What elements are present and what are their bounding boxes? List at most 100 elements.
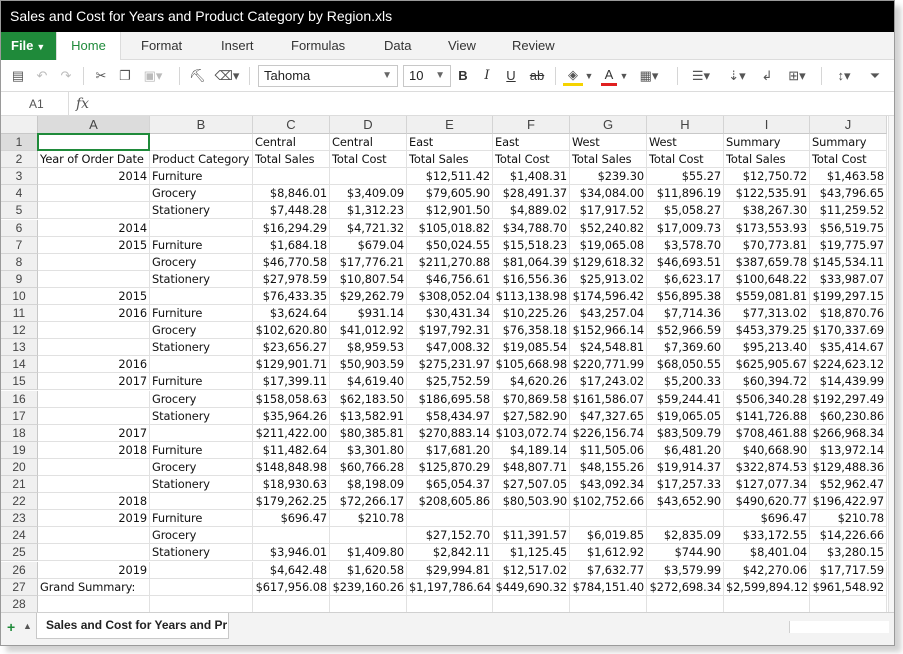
cell-b18[interactable] bbox=[150, 424, 253, 442]
cell-g22[interactable]: $102,752.66 bbox=[570, 493, 647, 511]
cell-h2[interactable]: Total Cost bbox=[647, 151, 724, 169]
cell-e23[interactable] bbox=[407, 510, 493, 528]
row-header-21[interactable]: 21 bbox=[1, 476, 38, 494]
cell-f23[interactable] bbox=[493, 510, 570, 528]
cell-e10[interactable]: $308,052.04 bbox=[407, 287, 493, 305]
cell-e20[interactable]: $125,870.29 bbox=[407, 458, 493, 476]
cell-c22[interactable]: $179,262.25 bbox=[253, 493, 330, 511]
cell-a8[interactable] bbox=[38, 253, 150, 271]
row-header-1[interactable]: 1 bbox=[1, 134, 38, 152]
cell-c16[interactable]: $158,058.63 bbox=[253, 390, 330, 408]
cell-b12[interactable]: Grocery bbox=[150, 322, 253, 340]
cell-g2[interactable]: Total Sales bbox=[570, 151, 647, 169]
redo-icon[interactable]: ↷ bbox=[58, 66, 74, 86]
cell-h13[interactable]: $7,369.60 bbox=[647, 339, 724, 357]
cell-e13[interactable]: $47,008.32 bbox=[407, 339, 493, 357]
cell-b10[interactable] bbox=[150, 287, 253, 305]
cell-i20[interactable]: $322,874.53 bbox=[724, 458, 810, 476]
cell-j28[interactable] bbox=[810, 595, 887, 612]
cell-d23[interactable]: $210.78 bbox=[330, 510, 407, 528]
cell-g6[interactable]: $52,240.82 bbox=[570, 219, 647, 237]
cell-b26[interactable] bbox=[150, 561, 253, 579]
row-header-12[interactable]: 12 bbox=[1, 322, 38, 340]
cell-e4[interactable]: $79,605.90 bbox=[407, 185, 493, 203]
row-header-18[interactable]: 18 bbox=[1, 424, 38, 442]
sheet-tab-active[interactable]: Sales and Cost for Years and Pr bbox=[36, 613, 229, 639]
cell-j7[interactable]: $19,775.97 bbox=[810, 236, 887, 254]
cell-i17[interactable]: $141,726.88 bbox=[724, 407, 810, 425]
cell-b14[interactable] bbox=[150, 356, 253, 374]
column-header-j[interactable]: J bbox=[810, 116, 887, 134]
cell-j20[interactable]: $129,488.36 bbox=[810, 458, 887, 476]
cell-g4[interactable]: $34,084.00 bbox=[570, 185, 647, 203]
cell-i24[interactable]: $33,172.55 bbox=[724, 527, 810, 545]
cell-g15[interactable]: $17,243.02 bbox=[570, 373, 647, 391]
cut-icon[interactable]: ✂ bbox=[93, 66, 109, 86]
cell-b9[interactable]: Stationery bbox=[150, 270, 253, 288]
cell-e25[interactable]: $2,842.11 bbox=[407, 544, 493, 562]
cell-j15[interactable]: $14,439.99 bbox=[810, 373, 887, 391]
cell-h20[interactable]: $19,914.37 bbox=[647, 458, 724, 476]
cell-f19[interactable]: $4,189.14 bbox=[493, 441, 570, 459]
cell-f8[interactable]: $81,064.39 bbox=[493, 253, 570, 271]
cell-e11[interactable]: $30,431.34 bbox=[407, 305, 493, 323]
cell-i5[interactable]: $38,267.30 bbox=[724, 202, 810, 220]
row-header-11[interactable]: 11 bbox=[1, 305, 38, 323]
tab-view[interactable]: View bbox=[448, 32, 476, 60]
cell-j12[interactable]: $170,337.69 bbox=[810, 322, 887, 340]
cell-g7[interactable]: $19,065.08 bbox=[570, 236, 647, 254]
select-all-corner[interactable] bbox=[1, 116, 38, 134]
cell-i11[interactable]: $77,313.02 bbox=[724, 305, 810, 323]
chevron-down-icon[interactable]: ▼ bbox=[584, 66, 594, 86]
cell-e27[interactable]: $1,197,786.64 bbox=[407, 578, 493, 596]
cell-h11[interactable]: $7,714.36 bbox=[647, 305, 724, 323]
cell-d15[interactable]: $4,619.40 bbox=[330, 373, 407, 391]
cell-i27[interactable]: $2,599,894.12 bbox=[724, 578, 810, 596]
cell-c6[interactable]: $16,294.29 bbox=[253, 219, 330, 237]
cell-g24[interactable]: $6,019.85 bbox=[570, 527, 647, 545]
cell-a18[interactable]: 2017 bbox=[38, 424, 150, 442]
horizontal-align-icon[interactable]: ☰▾ bbox=[687, 66, 715, 86]
cell-h6[interactable]: $17,009.73 bbox=[647, 219, 724, 237]
row-header-17[interactable]: 17 bbox=[1, 407, 38, 425]
cell-c20[interactable]: $148,848.98 bbox=[253, 458, 330, 476]
cell-e2[interactable]: Total Sales bbox=[407, 151, 493, 169]
cell-j21[interactable]: $52,962.47 bbox=[810, 476, 887, 494]
cell-d7[interactable]: $679.04 bbox=[330, 236, 407, 254]
cell-b24[interactable]: Grocery bbox=[150, 527, 253, 545]
cell-h3[interactable]: $55.27 bbox=[647, 168, 724, 186]
row-header-3[interactable]: 3 bbox=[1, 168, 38, 186]
cell-a12[interactable] bbox=[38, 322, 150, 340]
row-header-28[interactable]: 28 bbox=[1, 595, 38, 612]
row-header-19[interactable]: 19 bbox=[1, 441, 38, 459]
cell-g19[interactable]: $11,505.06 bbox=[570, 441, 647, 459]
cell-c3[interactable] bbox=[253, 168, 330, 186]
cell-d25[interactable]: $1,409.80 bbox=[330, 544, 407, 562]
cell-i3[interactable]: $12,750.72 bbox=[724, 168, 810, 186]
row-header-16[interactable]: 16 bbox=[1, 390, 38, 408]
cell-j3[interactable]: $1,463.58 bbox=[810, 168, 887, 186]
cell-f9[interactable]: $16,556.36 bbox=[493, 270, 570, 288]
row-header-6[interactable]: 6 bbox=[1, 219, 38, 237]
row-header-13[interactable]: 13 bbox=[1, 339, 38, 357]
cell-a6[interactable]: 2014 bbox=[38, 219, 150, 237]
sort-icon[interactable]: ↕▾ bbox=[829, 66, 859, 86]
tab-review[interactable]: Review bbox=[512, 32, 555, 60]
cell-e26[interactable]: $29,994.81 bbox=[407, 561, 493, 579]
row-header-4[interactable]: 4 bbox=[1, 185, 38, 203]
row-header-20[interactable]: 20 bbox=[1, 458, 38, 476]
cell-e1[interactable]: East bbox=[407, 134, 493, 152]
cell-f7[interactable]: $15,518.23 bbox=[493, 236, 570, 254]
row-header-9[interactable]: 9 bbox=[1, 270, 38, 288]
cell-a20[interactable] bbox=[38, 458, 150, 476]
copy-icon[interactable]: ❐ bbox=[117, 66, 133, 86]
cell-i18[interactable]: $708,461.88 bbox=[724, 424, 810, 442]
cell-j16[interactable]: $192,297.49 bbox=[810, 390, 887, 408]
cell-b19[interactable]: Furniture bbox=[150, 441, 253, 459]
cell-i23[interactable]: $696.47 bbox=[724, 510, 810, 528]
row-header-2[interactable]: 2 bbox=[1, 151, 38, 169]
cell-j19[interactable]: $13,972.14 bbox=[810, 441, 887, 459]
cell-e18[interactable]: $270,883.14 bbox=[407, 424, 493, 442]
cell-a15[interactable]: 2017 bbox=[38, 373, 150, 391]
cell-c21[interactable]: $18,930.63 bbox=[253, 476, 330, 494]
